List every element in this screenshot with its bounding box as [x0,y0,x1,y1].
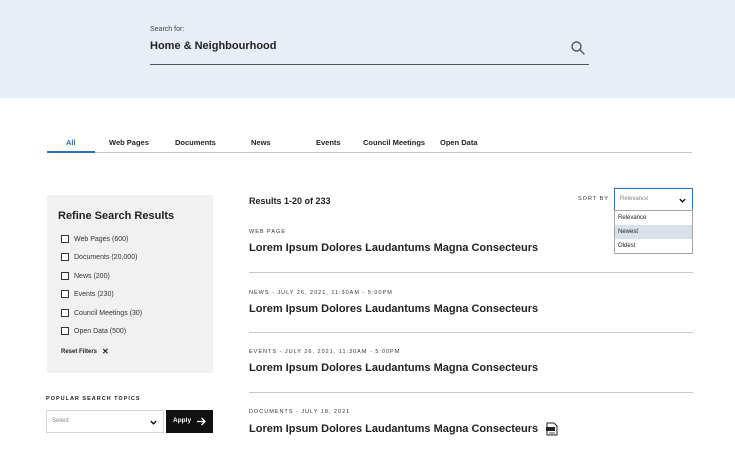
popular-topics-title: POPULAR SEARCH TOPICS [46,396,141,402]
arrow-right-icon [197,417,206,426]
filter-checkbox[interactable] [61,272,69,280]
result-title-link[interactable]: Lorem Ipsum Dolores Laudantums Magna Con… [249,362,693,374]
apply-button[interactable]: Apply [166,410,213,433]
result-title: Lorem Ipsum Dolores Laudantums Magna Con… [249,303,539,315]
filter-label: Open Data (500) [74,327,127,335]
filter-documents[interactable]: Documents (20,000) [61,251,137,263]
topic-select-placeholder: Select [52,418,69,424]
result-title-link[interactable]: Lorem Ipsum Dolores Laudantums Magna Con… [249,242,693,254]
filter-news[interactable]: News (200) [61,270,110,282]
filter-open-data[interactable]: Open Data (500) [61,325,126,337]
result-divider [249,392,693,393]
tab-council-meetings[interactable]: Council Meetings [363,138,425,147]
search-label: Search for: [150,26,185,33]
filter-council-meetings[interactable]: Council Meetings (30) [61,307,142,319]
chevron-down-icon [679,198,686,203]
chevron-down-icon [150,420,157,425]
filter-label: Council Meetings (30) [74,309,143,317]
result-meta: DOCUMENTS - JULY 18, 2021 [249,409,351,415]
filter-checkbox[interactable] [61,309,69,317]
result-divider [249,272,693,273]
result-meta: NEWS - JULY 26, 2021, 11:30AM - 5:00PM [249,290,393,296]
result-divider [249,332,693,333]
result-item: NEWS - JULY 26, 2021, 11:30AM - 5:00PM L… [249,290,693,315]
search-button[interactable] [570,40,586,56]
sort-selected-value: Relevance [620,196,649,202]
results-count: Results 1-20 of 233 [249,196,331,206]
result-title: Lorem Ipsum Dolores Laudantums Magna Con… [249,423,539,435]
tab-events[interactable]: Events [316,138,341,147]
filter-checkbox[interactable] [61,253,69,261]
search-underline [150,64,589,65]
search-hero: Search for: Home & Neighbourhood [0,0,735,98]
result-title: Lorem Ipsum Dolores Laudantums Magna Con… [249,242,539,254]
result-title-link[interactable]: Lorem Ipsum Dolores Laudantums Magna Con… [249,303,693,315]
filter-label: Documents (20,000) [74,253,138,261]
filter-label: News (200) [74,272,110,280]
result-item: WEB PAGE Lorem Ipsum Dolores Laudantums … [249,229,693,254]
result-title-link[interactable]: Lorem Ipsum Dolores Laudantums Magna Con… [249,422,693,436]
result-meta: EVENTS - JULY 26, 2021, 11:30AM - 5:00PM [249,349,401,355]
tab-documents[interactable]: Documents [175,138,216,147]
reset-filters-label: Reset Filters [61,348,98,355]
result-type-tabs: All Web Pages Documents News Events Coun… [47,136,692,153]
filter-label: Web Pages (600) [74,235,129,243]
filter-checkbox[interactable] [61,327,69,335]
filter-label: Events (230) [74,290,114,298]
apply-label: Apply [173,417,192,424]
refine-filters-panel: Refine Search Results Web Pages (600) Do… [47,195,213,373]
tab-news[interactable]: News [251,138,271,147]
reset-filters-button[interactable]: Reset Filters ✕ [61,347,109,356]
search-input[interactable]: Home & Neighbourhood [150,40,277,52]
popular-topics-select[interactable]: Select [46,410,164,433]
close-icon: ✕ [102,347,109,356]
active-tab-indicator [47,151,95,153]
search-icon [571,41,585,55]
filter-checkbox[interactable] [61,235,69,243]
filter-events[interactable]: Events (230) [61,288,114,300]
result-meta: WEB PAGE [249,229,286,235]
sort-select[interactable]: Relevance [614,188,693,211]
result-title: Lorem Ipsum Dolores Laudantums Magna Con… [249,362,539,374]
tab-web-pages[interactable]: Web Pages [109,138,149,147]
result-item: EVENTS - JULY 26, 2021, 11:30AM - 5:00PM… [249,349,693,374]
filters-title: Refine Search Results [58,210,175,222]
tab-open-data[interactable]: Open Data [440,138,478,147]
filter-checkbox[interactable] [61,290,69,298]
result-item: DOCUMENTS - JULY 18, 2021 Lorem Ipsum Do… [249,409,693,436]
tab-all[interactable]: All [66,138,76,147]
sort-option-relevance[interactable]: Relevance [615,211,692,225]
sort-by-label: SORT BY [578,196,609,202]
filter-web-pages[interactable]: Web Pages (600) [61,233,128,245]
document-icon [546,422,558,436]
